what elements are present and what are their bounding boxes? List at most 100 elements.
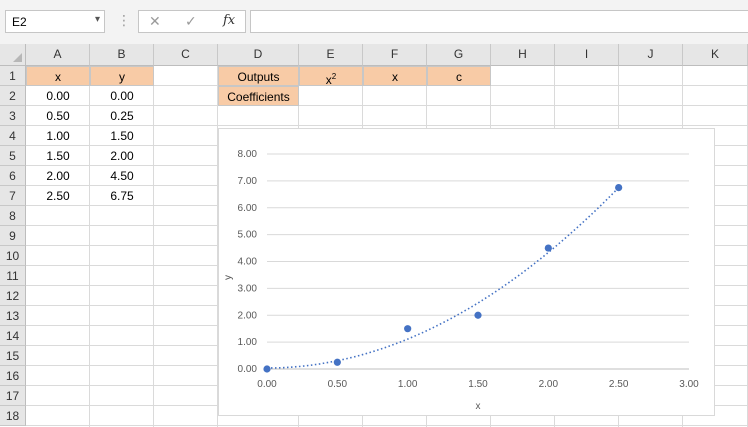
- data-point: [263, 365, 271, 373]
- data-point: [474, 311, 482, 319]
- cell-b1[interactable]: y: [90, 66, 154, 86]
- cell-f1[interactable]: x: [363, 66, 427, 86]
- row-header-3[interactable]: 3: [0, 106, 26, 126]
- cell-d2[interactable]: Coefficients: [218, 86, 299, 106]
- data-point: [404, 325, 412, 333]
- data-point: [615, 183, 623, 192]
- column-header-e[interactable]: E: [299, 44, 363, 66]
- cell-a1[interactable]: x: [26, 66, 90, 86]
- x-tick-label: 3.00: [679, 379, 699, 390]
- cell-a4[interactable]: 1.00: [26, 126, 90, 146]
- x-tick-label: 0.50: [328, 379, 348, 390]
- column-header-f[interactable]: F: [363, 44, 427, 66]
- row-header-5[interactable]: 5: [0, 146, 26, 166]
- formula-input[interactable]: [250, 10, 748, 33]
- cell-a7-text: 2.50: [46, 189, 70, 203]
- column-header-a[interactable]: A: [26, 44, 90, 66]
- cell-a3-text: 0.50: [46, 109, 70, 123]
- insert-function-icon[interactable]: fx: [223, 13, 235, 28]
- chevron-down-icon[interactable]: ▾: [95, 14, 100, 25]
- cell-a2-text: 0.00: [46, 89, 70, 103]
- row-header-17[interactable]: 17: [0, 386, 26, 406]
- formula-bar: E2 ▾ ⋮ ✕ ✓ fx: [0, 0, 748, 44]
- column-header-g[interactable]: G: [427, 44, 491, 66]
- cell-a5[interactable]: 1.50: [26, 146, 90, 166]
- row-header-15[interactable]: 15: [0, 346, 26, 366]
- cell-e1[interactable]: x2: [299, 66, 363, 87]
- cell-b4[interactable]: 1.50: [90, 126, 154, 146]
- y-tick-label: 5.00: [238, 230, 258, 241]
- cell-f1-text: x: [392, 70, 398, 84]
- row-header-9[interactable]: 9: [0, 226, 26, 246]
- scatter-chart[interactable]: 0.00 1.00 2.00 3.00 4.00 5.00 6.00 7.00 8.00 0.00…: [218, 128, 715, 416]
- row-header-2[interactable]: 2: [0, 86, 26, 106]
- cell-a1-text: x: [55, 70, 61, 84]
- column-header-d[interactable]: D: [218, 44, 299, 66]
- cell-b3-text: 0.25: [110, 109, 134, 123]
- cell-b7[interactable]: 6.75: [90, 186, 154, 206]
- cell-b6[interactable]: 4.50: [90, 166, 154, 186]
- y-tick-label: 4.00: [238, 257, 258, 268]
- row-header-13[interactable]: 13: [0, 306, 26, 326]
- y-tick-label: 7.00: [238, 176, 258, 187]
- column-header-k[interactable]: K: [683, 44, 748, 66]
- cell-a6[interactable]: 2.00: [26, 166, 90, 186]
- y-tick-label: 3.00: [238, 283, 258, 294]
- row-header-14[interactable]: 14: [0, 326, 26, 346]
- column-header-h[interactable]: H: [491, 44, 555, 66]
- y-tick-label: 2.00: [238, 310, 258, 321]
- select-all-corner[interactable]: [0, 44, 26, 66]
- row-header-12[interactable]: 12: [0, 286, 26, 306]
- cell-b3[interactable]: 0.25: [90, 106, 154, 126]
- cell-b4-text: 1.50: [110, 129, 134, 143]
- column-header-j[interactable]: J: [619, 44, 683, 66]
- row-header-8[interactable]: 8: [0, 206, 26, 226]
- cell-d1[interactable]: Outputs: [218, 66, 299, 86]
- cell-a4-text: 1.00: [46, 129, 70, 143]
- x-tick-label: 0.00: [257, 379, 277, 390]
- cell-g1[interactable]: c: [427, 66, 491, 86]
- formula-buttons: ✕ ✓ fx: [138, 10, 246, 33]
- row-header-4[interactable]: 4: [0, 126, 26, 146]
- cell-b6-text: 4.50: [110, 169, 134, 183]
- data-point: [333, 358, 341, 366]
- row-header-18[interactable]: 18: [0, 406, 26, 426]
- cell-g1-text: c: [456, 70, 462, 84]
- y-tick-label: 6.00: [238, 203, 258, 214]
- enter-icon[interactable]: ✓: [185, 13, 197, 30]
- row-header-11[interactable]: 11: [0, 266, 26, 286]
- x-tick-label: 1.50: [468, 379, 488, 390]
- cell-b5[interactable]: 2.00: [90, 146, 154, 166]
- row-header-6[interactable]: 6: [0, 166, 26, 186]
- column-header-c[interactable]: C: [154, 44, 218, 66]
- cell-b2[interactable]: 0.00: [90, 86, 154, 106]
- cell-a7[interactable]: 2.50: [26, 186, 90, 206]
- drag-handle-icon[interactable]: ⋮: [117, 12, 131, 29]
- cell-a2[interactable]: 0.00: [26, 86, 90, 106]
- data-point: [544, 244, 552, 252]
- cell-a5-text: 1.50: [46, 149, 70, 163]
- x-tick-label: 2.00: [539, 379, 559, 390]
- row-header-7[interactable]: 7: [0, 186, 26, 206]
- cancel-icon[interactable]: ✕: [149, 13, 161, 30]
- cell-a6-text: 2.00: [46, 169, 70, 183]
- y-axis-label: y: [223, 275, 234, 280]
- x-tick-label: 2.50: [609, 379, 629, 390]
- column-header-b[interactable]: B: [90, 44, 154, 66]
- cell-b2-text: 0.00: [110, 89, 134, 103]
- name-box[interactable]: E2 ▾: [5, 10, 105, 33]
- name-box-value: E2: [12, 15, 27, 29]
- column-header-i[interactable]: I: [555, 44, 619, 66]
- cell-b1-text: y: [119, 70, 125, 84]
- row-header-16[interactable]: 16: [0, 366, 26, 386]
- row-header-10[interactable]: 10: [0, 246, 26, 266]
- cell-b7-text: 6.75: [110, 189, 134, 203]
- row-header-1[interactable]: 1: [0, 66, 26, 86]
- gridline: [26, 425, 748, 426]
- cell-a3[interactable]: 0.50: [26, 106, 90, 126]
- y-tick-label: 8.00: [238, 149, 258, 160]
- cell-d2-text: Coefficients: [227, 90, 290, 104]
- chart-canvas: 0.00 1.00 2.00 3.00 4.00 5.00 6.00 7.00 8.00 0.00…: [223, 149, 699, 412]
- trendline: [266, 187, 620, 369]
- cell-d1-text: Outputs: [237, 70, 280, 84]
